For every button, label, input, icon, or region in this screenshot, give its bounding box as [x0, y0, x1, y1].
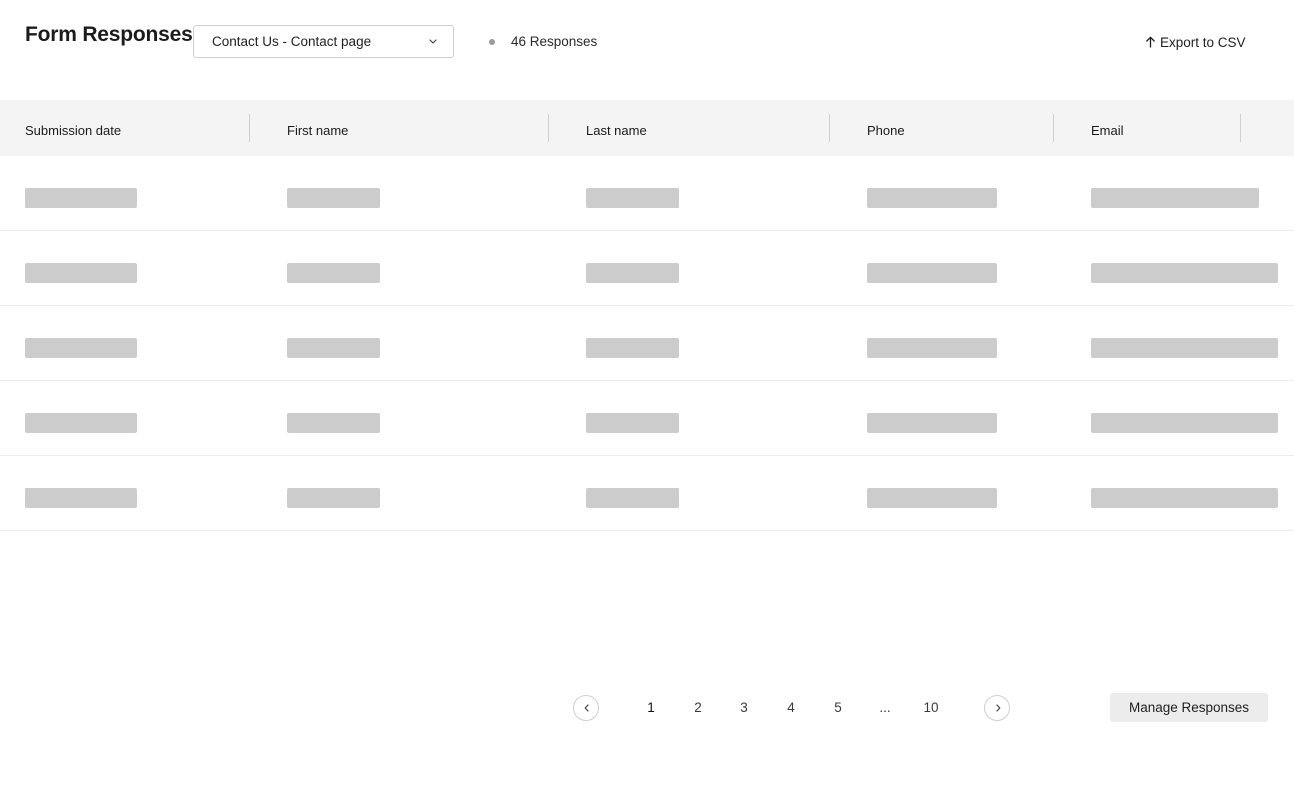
- response-count: 46 Responses: [511, 34, 598, 49]
- column-header-submission-date[interactable]: Submission date: [25, 123, 121, 138]
- status-dot-icon: [489, 39, 495, 45]
- skeleton-cell: [586, 338, 679, 358]
- manage-responses-button[interactable]: Manage Responses: [1110, 693, 1268, 722]
- skeleton-cell: [25, 338, 137, 358]
- table-header: Submission date First name Last name Pho…: [0, 100, 1294, 156]
- page-title: Form Responses: [25, 23, 193, 46]
- page-ellipsis: ...: [879, 700, 891, 715]
- skeleton-cell: [1091, 488, 1278, 508]
- skeleton-cell: [867, 338, 997, 358]
- skeleton-cell: [1091, 188, 1259, 208]
- column-header-last-name[interactable]: Last name: [586, 123, 647, 138]
- skeleton-cell: [1091, 413, 1278, 433]
- column-resize-handle[interactable]: [249, 114, 250, 142]
- page-2-button[interactable]: 2: [683, 700, 713, 715]
- skeleton-cell: [867, 488, 997, 508]
- skeleton-cell: [25, 188, 137, 208]
- export-csv-button[interactable]: Export to CSV: [1145, 33, 1246, 51]
- chevron-left-icon: [584, 704, 589, 712]
- column-header-first-name[interactable]: First name: [287, 123, 348, 138]
- skeleton-cell: [287, 488, 380, 508]
- skeleton-cell: [586, 188, 679, 208]
- export-csv-label: Export to CSV: [1160, 34, 1246, 50]
- skeleton-cell: [25, 488, 137, 508]
- page-10-button[interactable]: 10: [916, 700, 946, 715]
- column-header-phone[interactable]: Phone: [867, 123, 905, 138]
- form-select-value: Contact Us - Contact page: [212, 34, 372, 49]
- skeleton-cell: [287, 413, 380, 433]
- page-3-button[interactable]: 3: [729, 700, 759, 715]
- skeleton-cell: [1091, 338, 1278, 358]
- column-resize-handle[interactable]: [1053, 114, 1054, 142]
- arrow-up-icon: [1146, 36, 1155, 48]
- table-row-skeleton: [0, 456, 1294, 531]
- page-5-button[interactable]: 5: [823, 700, 853, 715]
- column-header-email[interactable]: Email: [1091, 123, 1124, 138]
- table-row-skeleton: [0, 306, 1294, 381]
- skeleton-cell: [867, 188, 997, 208]
- skeleton-cell: [25, 263, 137, 283]
- form-responses-page: Form Responses Contact Us - Contact page…: [0, 0, 1294, 804]
- skeleton-cell: [867, 413, 997, 433]
- skeleton-cell: [287, 188, 380, 208]
- column-resize-handle[interactable]: [829, 114, 830, 142]
- skeleton-cell: [586, 413, 679, 433]
- chevron-down-icon: [429, 39, 437, 44]
- page-1-button[interactable]: 1: [636, 700, 666, 715]
- row-divider: [0, 530, 1294, 531]
- page-4-button[interactable]: 4: [776, 700, 806, 715]
- skeleton-cell: [1091, 263, 1278, 283]
- skeleton-cell: [586, 263, 679, 283]
- column-resize-handle[interactable]: [1240, 114, 1241, 142]
- form-select-dropdown[interactable]: Contact Us - Contact page: [193, 25, 454, 58]
- page-header: Form Responses Contact Us - Contact page…: [0, 0, 1294, 86]
- skeleton-cell: [287, 338, 380, 358]
- skeleton-cell: [25, 413, 137, 433]
- skeleton-cell: [586, 488, 679, 508]
- table-row-skeleton: [0, 231, 1294, 306]
- table-row-skeleton: [0, 156, 1294, 231]
- previous-page-button[interactable]: [573, 695, 599, 721]
- skeleton-cell: [867, 263, 997, 283]
- chevron-right-icon: [996, 704, 1001, 712]
- next-page-button[interactable]: [984, 695, 1010, 721]
- column-resize-handle[interactable]: [548, 114, 549, 142]
- table-row-skeleton: [0, 381, 1294, 456]
- skeleton-cell: [287, 263, 380, 283]
